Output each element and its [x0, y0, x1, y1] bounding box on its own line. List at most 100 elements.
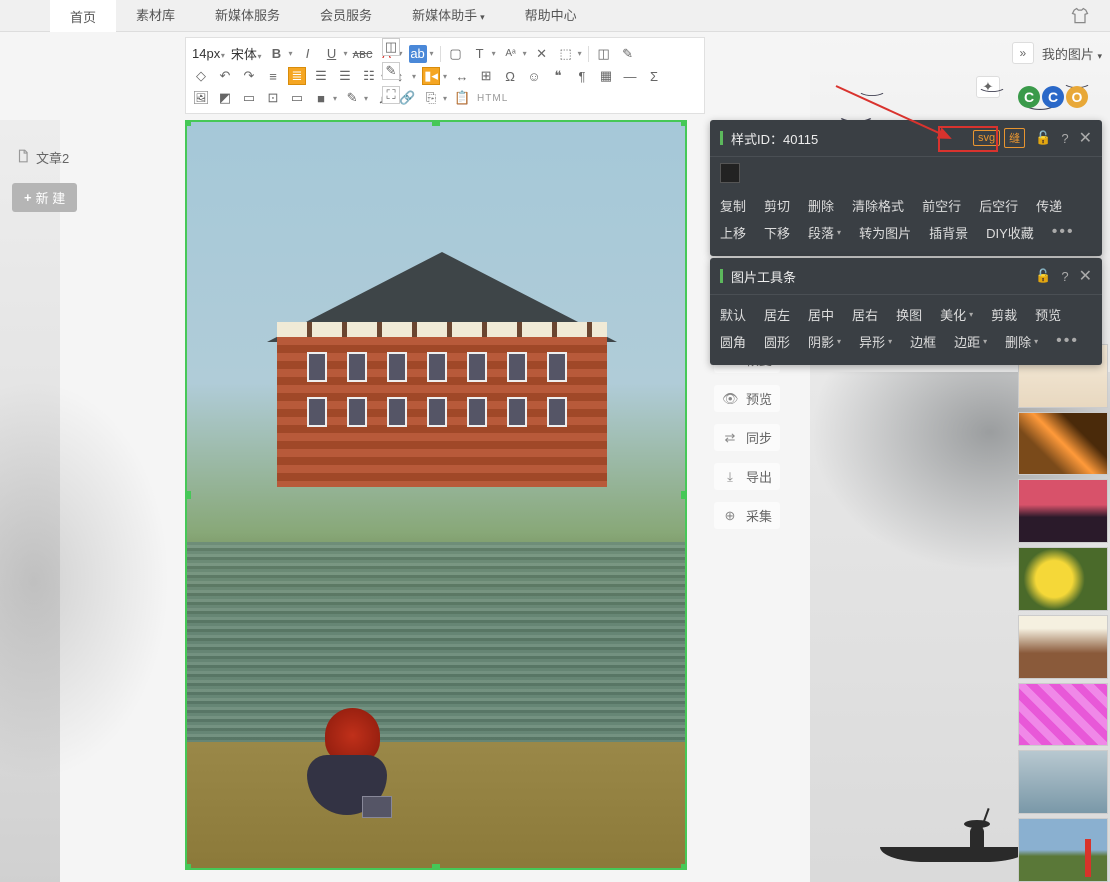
resize-handle-tl[interactable]	[185, 120, 191, 126]
panel-action-默认[interactable]: 默认	[720, 305, 746, 324]
panel-action-居左[interactable]: 居左	[764, 305, 790, 324]
nav-member[interactable]: 会员服务	[300, 0, 392, 32]
superscript-icon[interactable]: Aᵃ	[502, 45, 520, 63]
font-family-select[interactable]: 宋体 ▾	[231, 44, 262, 63]
panel-action-圆角[interactable]: 圆角	[720, 332, 746, 351]
close-icon[interactable]: ✕	[1079, 266, 1092, 286]
clear-format-icon[interactable]: ✕	[533, 45, 551, 63]
panel-action-删除[interactable]: 删除▾	[1005, 332, 1038, 351]
more-icon[interactable]: •••	[1052, 223, 1075, 242]
gallery-icon[interactable]: ◩	[216, 89, 234, 107]
font-size-select[interactable]: 14px ▾	[192, 46, 225, 61]
panel-action-居右[interactable]: 居右	[852, 305, 878, 324]
my-images-dropdown[interactable]: 我的图片 ▾	[1042, 44, 1102, 63]
action-export[interactable]: ⤓导出	[714, 463, 780, 490]
link-icon[interactable]: 🔗	[398, 89, 416, 107]
panel-action-边框[interactable]: 边框	[910, 332, 936, 351]
panel-action-转为图片[interactable]: 转为图片	[859, 223, 911, 242]
nav-help[interactable]: 帮助中心	[505, 0, 597, 32]
html-source-button[interactable]: HTML	[477, 93, 508, 104]
resize-handle-mr[interactable]	[681, 491, 687, 499]
thumbnail-5[interactable]	[1018, 615, 1108, 679]
close-icon[interactable]: ✕	[1079, 128, 1092, 148]
thumbnail-7[interactable]	[1018, 750, 1108, 814]
panel-action-剪裁[interactable]: 剪裁	[991, 305, 1017, 324]
panel-action-居中[interactable]: 居中	[808, 305, 834, 324]
spacing-icon[interactable]: ↔	[453, 67, 471, 85]
panel-action-传递[interactable]: 传递	[1036, 196, 1062, 215]
float-icon[interactable]: ▮◂	[422, 67, 440, 85]
resize-handle-br[interactable]	[681, 864, 687, 870]
action-preview[interactable]: 👁预览	[714, 385, 780, 412]
more-icon[interactable]: •••	[1056, 332, 1079, 351]
panel-action-复制[interactable]: 复制	[720, 196, 746, 215]
paste-icon[interactable]: 📋	[453, 89, 471, 107]
panel-action-边距[interactable]: 边距▾	[954, 332, 987, 351]
thumbnail-4[interactable]	[1018, 547, 1108, 611]
indent-dec-icon[interactable]: ☰	[312, 67, 330, 85]
panel-action-删除[interactable]: 删除	[808, 196, 834, 215]
svg-badge[interactable]: svg	[973, 130, 1000, 146]
lock-icon[interactable]: 🔓	[1035, 268, 1051, 284]
ruler-icon[interactable]: ⊞	[477, 67, 495, 85]
quote-icon[interactable]: ❝	[549, 67, 567, 85]
toolbar-fullscreen-icon[interactable]: ⛶	[382, 86, 400, 104]
undo-icon[interactable]: ↶	[216, 67, 234, 85]
thumbnail-8[interactable]	[1018, 818, 1108, 882]
color-swatch[interactable]	[720, 163, 740, 183]
brush-icon[interactable]: ✎	[343, 89, 361, 107]
action-sync[interactable]: ⇄同步	[714, 424, 780, 451]
help-icon[interactable]: ?	[1061, 131, 1068, 146]
bg-color-icon[interactable]: ab	[409, 45, 427, 63]
insert-image-icon[interactable]: 🖼	[192, 89, 210, 107]
map-icon[interactable]: ⊡	[264, 89, 282, 107]
theme-icon[interactable]	[1070, 6, 1090, 31]
panel-action-后空行[interactable]: 后空行	[979, 196, 1018, 215]
panel-action-DIY收藏[interactable]: DIY收藏	[986, 223, 1034, 242]
list-ul-icon[interactable]: ☷	[360, 67, 378, 85]
resize-handle-ml[interactable]	[185, 491, 191, 499]
italic-icon[interactable]: I	[299, 45, 317, 63]
panel-action-美化[interactable]: 美化▾	[940, 305, 973, 324]
panel-action-剪切[interactable]: 剪切	[764, 196, 790, 215]
panel-action-上移[interactable]: 上移	[720, 223, 746, 242]
eraser-icon[interactable]: ◇	[192, 67, 210, 85]
redo-icon[interactable]: ↷	[240, 67, 258, 85]
thumbnail-6[interactable]	[1018, 683, 1108, 747]
thumbnail-3[interactable]	[1018, 479, 1108, 543]
seam-badge[interactable]: 缝	[1004, 128, 1025, 148]
resize-handle-bl[interactable]	[185, 864, 191, 870]
nav-home[interactable]: 首页	[50, 0, 116, 32]
panel-action-预览[interactable]: 预览	[1035, 305, 1061, 324]
panel-action-段落[interactable]: 段落▾	[808, 223, 841, 242]
emoji-icon[interactable]: ☺	[525, 67, 543, 85]
page-icon[interactable]: ◫	[595, 45, 613, 63]
document-item[interactable]: 文章2	[12, 142, 173, 173]
nav-material[interactable]: 素材库	[116, 0, 195, 32]
collapse-right-icon[interactable]: »	[1012, 42, 1034, 64]
sum-icon[interactable]: Σ	[645, 67, 663, 85]
panel-action-换图[interactable]: 换图	[896, 305, 922, 324]
copy-icon[interactable]: ⎘	[422, 89, 440, 107]
action-collect[interactable]: ⊕采集	[714, 502, 780, 529]
lock-icon[interactable]: 🔓	[1035, 130, 1051, 146]
text-case-icon[interactable]: T	[471, 45, 489, 63]
nav-newmedia-helper[interactable]: 新媒体助手▾	[392, 0, 505, 32]
paragraph-icon[interactable]: ¶	[573, 67, 591, 85]
select-icon[interactable]: ⬚	[557, 45, 575, 63]
toolbar-page-icon[interactable]: ◫	[382, 38, 400, 56]
canvas-selected-image[interactable]	[185, 120, 687, 870]
video-icon[interactable]: ■	[312, 89, 330, 107]
align-left-icon[interactable]: ≡	[264, 67, 282, 85]
nav-newmedia-service[interactable]: 新媒体服务	[195, 0, 300, 32]
resize-handle-tm[interactable]	[432, 120, 440, 126]
edit-doc-icon[interactable]: ✎	[619, 45, 637, 63]
panel-action-圆形[interactable]: 圆形	[764, 332, 790, 351]
panel-action-阴影[interactable]: 阴影▾	[808, 332, 841, 351]
hr-icon[interactable]: —	[621, 67, 639, 85]
table-icon[interactable]: ▦	[597, 67, 615, 85]
special-char-icon[interactable]: Ω	[501, 67, 519, 85]
bold-icon[interactable]: B	[268, 45, 286, 63]
toolbar-edit-icon[interactable]: ✎	[382, 62, 400, 80]
panel-action-异形[interactable]: 异形▾	[859, 332, 892, 351]
